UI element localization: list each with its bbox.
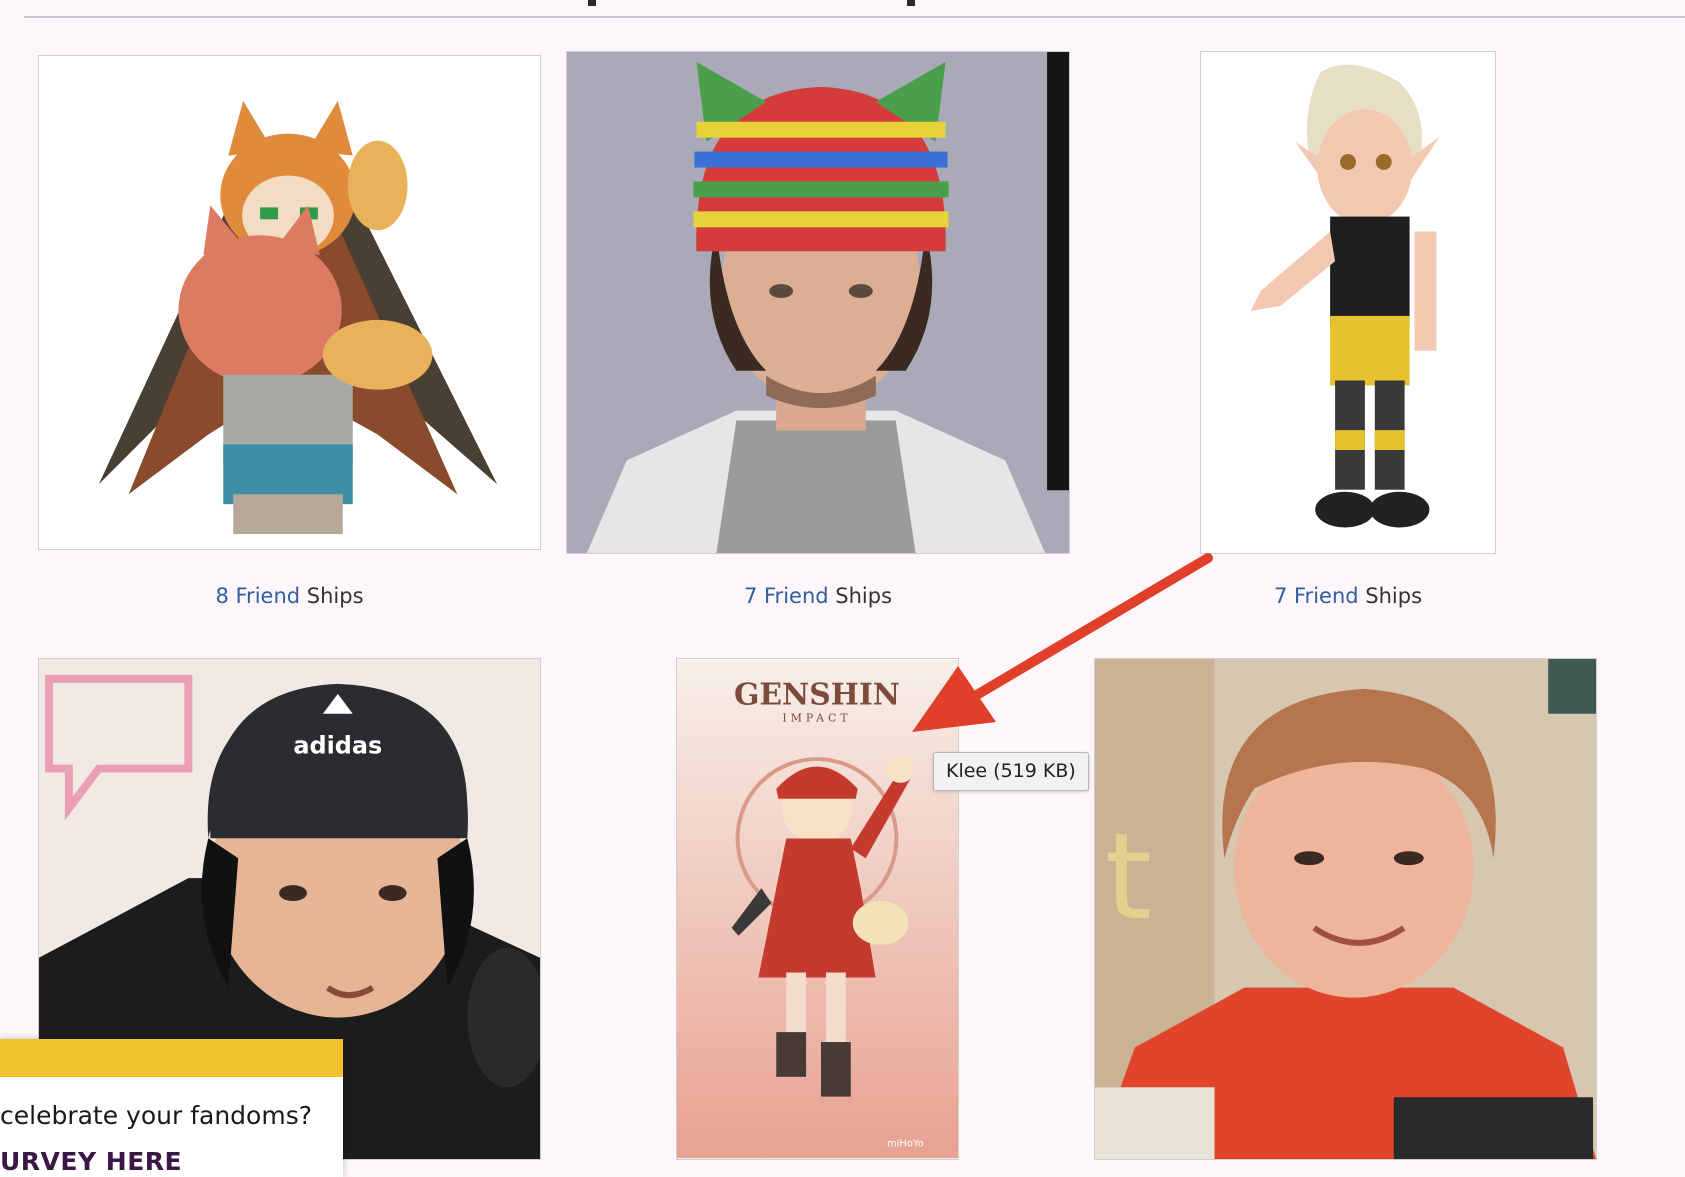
striped-beanie-photo — [567, 52, 1069, 553]
caption-suffix: Ships — [828, 584, 893, 608]
header-divider — [24, 16, 1685, 18]
gallery-caption-1: 8 Friend Ships — [38, 584, 541, 608]
friend-ships-link-3[interactable]: 7 Friend — [1274, 584, 1359, 608]
svg-text:t: t — [1105, 808, 1152, 947]
caption-suffix: Ships — [1358, 584, 1423, 608]
gallery-item-3[interactable] — [1200, 51, 1496, 554]
klee-poster-image: GENSHIN IMPACT miHoYo — [677, 659, 958, 1159]
gallery-item-1[interactable] — [38, 55, 541, 550]
genshin-logo-text: GENSHIN — [734, 677, 900, 712]
survey-link[interactable]: URVEY HERE — [0, 1147, 182, 1176]
popup-accent-bar — [0, 1039, 343, 1077]
survey-popup[interactable]: celebrate your fandoms? URVEY HERE — [0, 1039, 343, 1177]
gallery-item-5[interactable]: GENSHIN IMPACT miHoYo — [676, 658, 959, 1160]
gallery-item-2[interactable] — [566, 51, 1070, 554]
gallery-item-6[interactable]: t — [1094, 658, 1597, 1160]
elf-cartoon-image — [1201, 52, 1495, 553]
caption-suffix: Ships — [300, 584, 364, 608]
heading-fragment-left — [588, 0, 596, 6]
red-hoodie-photo: t — [1095, 659, 1596, 1159]
cat-hood-character-image — [39, 56, 540, 549]
mihoyo-mark: miHoYo — [887, 1138, 924, 1149]
friend-ships-link-2[interactable]: 7 Friend — [744, 584, 829, 608]
survey-question: celebrate your fandoms? — [0, 1101, 312, 1130]
impact-subtitle: IMPACT — [782, 711, 851, 724]
gallery-caption-2: 7 Friend Ships — [566, 584, 1070, 608]
image-tooltip: Klee (519 KB) — [933, 752, 1089, 791]
heading-fragment-right — [907, 0, 915, 6]
gallery-caption-3: 7 Friend Ships — [1200, 584, 1496, 608]
adidas-logo-text: adidas — [293, 732, 382, 760]
friend-ships-link-1[interactable]: 8 Friend — [215, 584, 300, 608]
